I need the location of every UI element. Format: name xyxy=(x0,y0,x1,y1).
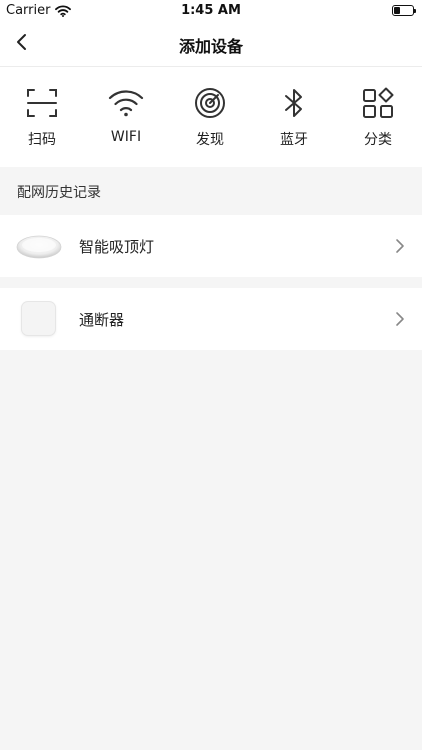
method-scan-label: 扫码 xyxy=(28,132,56,148)
method-discover[interactable]: 发现 xyxy=(175,85,245,149)
method-wifi[interactable]: WIFI xyxy=(91,85,161,145)
navigation-bar: 添加设备 xyxy=(0,22,422,67)
ceiling-light-image xyxy=(16,235,62,259)
chevron-right-icon xyxy=(396,239,404,253)
device-name: 智能吸顶灯 xyxy=(79,238,155,256)
history-device-item[interactable]: 智能吸顶灯 xyxy=(0,215,422,277)
radar-icon xyxy=(192,85,228,121)
method-category-label: 分类 xyxy=(364,132,392,148)
category-icon xyxy=(360,85,396,121)
status-bar: Carrier 1:45 AM xyxy=(0,0,422,22)
history-section-title: 配网历史记录 xyxy=(17,185,101,201)
switch-device-image xyxy=(22,302,55,335)
battery-icon xyxy=(392,5,416,16)
method-discover-label: 发现 xyxy=(196,132,224,148)
method-wifi-label: WIFI xyxy=(110,129,142,145)
method-bluetooth-label: 蓝牙 xyxy=(280,132,308,148)
chevron-right-icon xyxy=(396,312,404,326)
wifi-icon xyxy=(108,85,144,121)
method-scan[interactable]: 扫码 xyxy=(7,85,77,149)
bluetooth-icon xyxy=(276,85,312,121)
method-bluetooth[interactable]: 蓝牙 xyxy=(259,85,329,149)
status-time: 1:45 AM xyxy=(181,3,241,18)
scan-icon xyxy=(24,85,60,121)
page-title: 添加设备 xyxy=(178,37,243,56)
history-device-item[interactable]: 通断器 xyxy=(0,288,422,350)
device-name: 通断器 xyxy=(79,311,125,329)
method-category[interactable]: 分类 xyxy=(343,85,413,149)
battery-level xyxy=(394,7,400,14)
add-method-bar: 扫码 WIFI 发现 蓝牙 分类 xyxy=(0,67,422,167)
